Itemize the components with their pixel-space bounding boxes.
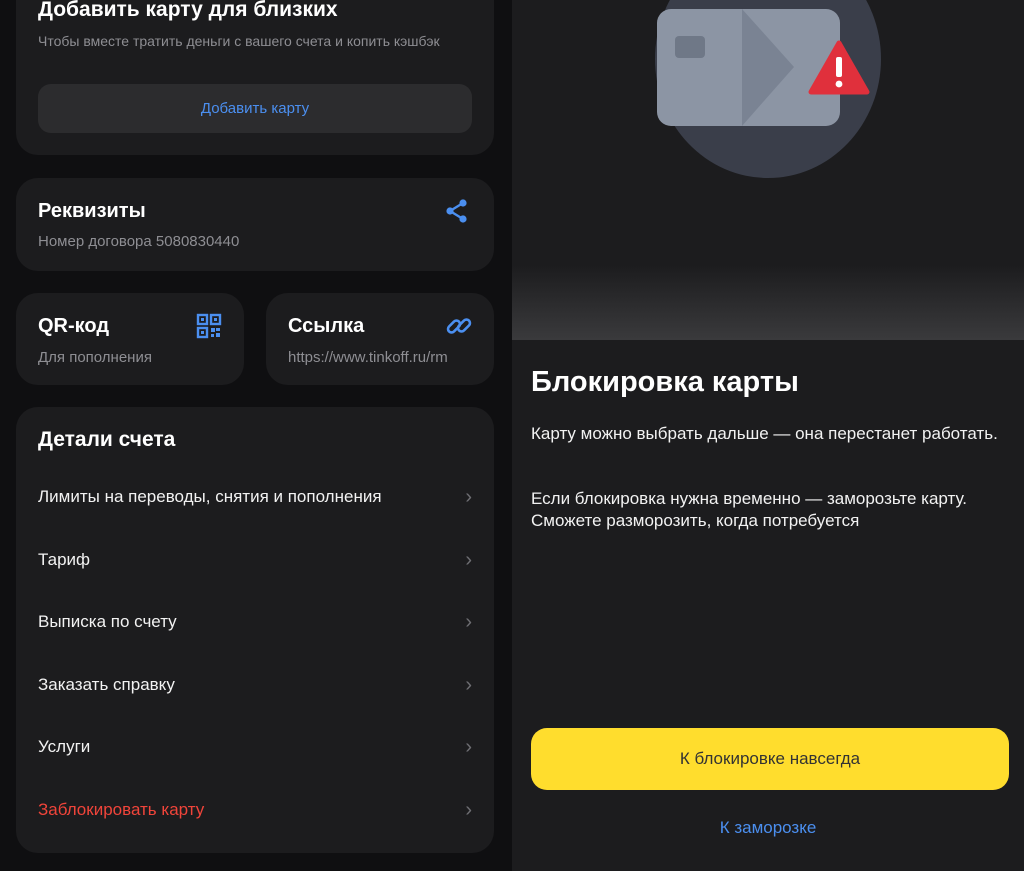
add-card-subtitle: Чтобы вместе тратить деньги с вашего сче… xyxy=(38,33,440,49)
chevron-right-icon: › xyxy=(465,673,472,696)
qr-code-card[interactable]: QR-код Для пополнения xyxy=(16,293,244,385)
block-forever-button[interactable]: К блокировке навсегда xyxy=(531,728,1009,790)
share-icon[interactable] xyxy=(444,198,470,224)
chevron-right-icon: › xyxy=(465,798,472,821)
link-title: Ссылка xyxy=(288,315,365,337)
details-item-certificate[interactable]: Заказать справку › xyxy=(38,665,472,705)
link-icon xyxy=(446,318,472,334)
details-item-label: Тариф xyxy=(38,550,91,569)
details-item-block-card[interactable]: Заблокировать карту › xyxy=(38,790,472,830)
add-card-title: Добавить карту для близких xyxy=(38,0,338,21)
warning-icon xyxy=(808,40,870,95)
chevron-right-icon: › xyxy=(465,548,472,571)
details-item-label: Услуги xyxy=(38,737,91,756)
qr-code-icon xyxy=(196,313,222,339)
card-notch-shape xyxy=(742,9,794,126)
add-family-card-section: Добавить карту для близких Чтобы вместе … xyxy=(16,0,494,155)
chevron-right-icon: › xyxy=(465,735,472,758)
details-item-label: Выписка по счету xyxy=(38,612,177,631)
freeze-link[interactable]: К заморозке xyxy=(512,818,1024,838)
details-item-label: Заблокировать карту xyxy=(38,800,205,819)
block-card-sheet: Блокировка карты Карту можно выбрать дал… xyxy=(512,0,1024,871)
link-url: https://www.tinkoff.ru/rm xyxy=(288,349,448,366)
sheet-title: Блокировка карты xyxy=(531,366,799,398)
details-item-label: Заказать справку xyxy=(38,675,175,694)
add-card-button[interactable]: Добавить карту xyxy=(38,84,472,133)
hero-illustration xyxy=(512,0,1024,340)
qr-title: QR-код xyxy=(38,315,110,337)
sheet-description: Карту можно выбрать дальше — она переста… xyxy=(531,424,998,443)
details-title: Детали счета xyxy=(38,428,176,451)
qr-subtitle: Для пополнения xyxy=(38,349,152,366)
details-item-tariff[interactable]: Тариф › xyxy=(38,540,472,580)
details-item-services[interactable]: Услуги › xyxy=(38,727,472,767)
requisites-card[interactable]: Реквизиты Номер договора 5080830440 xyxy=(16,178,494,271)
sheet-freeze-hint: Если блокировка нужна временно — замороз… xyxy=(531,489,968,530)
account-details-section: Детали счета Лимиты на переводы, снятия … xyxy=(16,407,494,853)
details-item-label: Лимиты на переводы, снятия и пополнения xyxy=(38,487,382,506)
account-panel: Добавить карту для близких Чтобы вместе … xyxy=(0,0,512,871)
contract-number: Номер договора 5080830440 xyxy=(38,233,240,250)
card-chip xyxy=(675,36,705,58)
chevron-right-icon: › xyxy=(465,610,472,633)
link-card[interactable]: Ссылка https://www.tinkoff.ru/rm xyxy=(266,293,494,385)
requisites-title: Реквизиты xyxy=(38,200,146,222)
details-item-statement[interactable]: Выписка по счету › xyxy=(38,602,472,642)
chevron-right-icon: › xyxy=(465,485,472,508)
details-item-limits[interactable]: Лимиты на переводы, снятия и пополнения … xyxy=(38,477,472,517)
